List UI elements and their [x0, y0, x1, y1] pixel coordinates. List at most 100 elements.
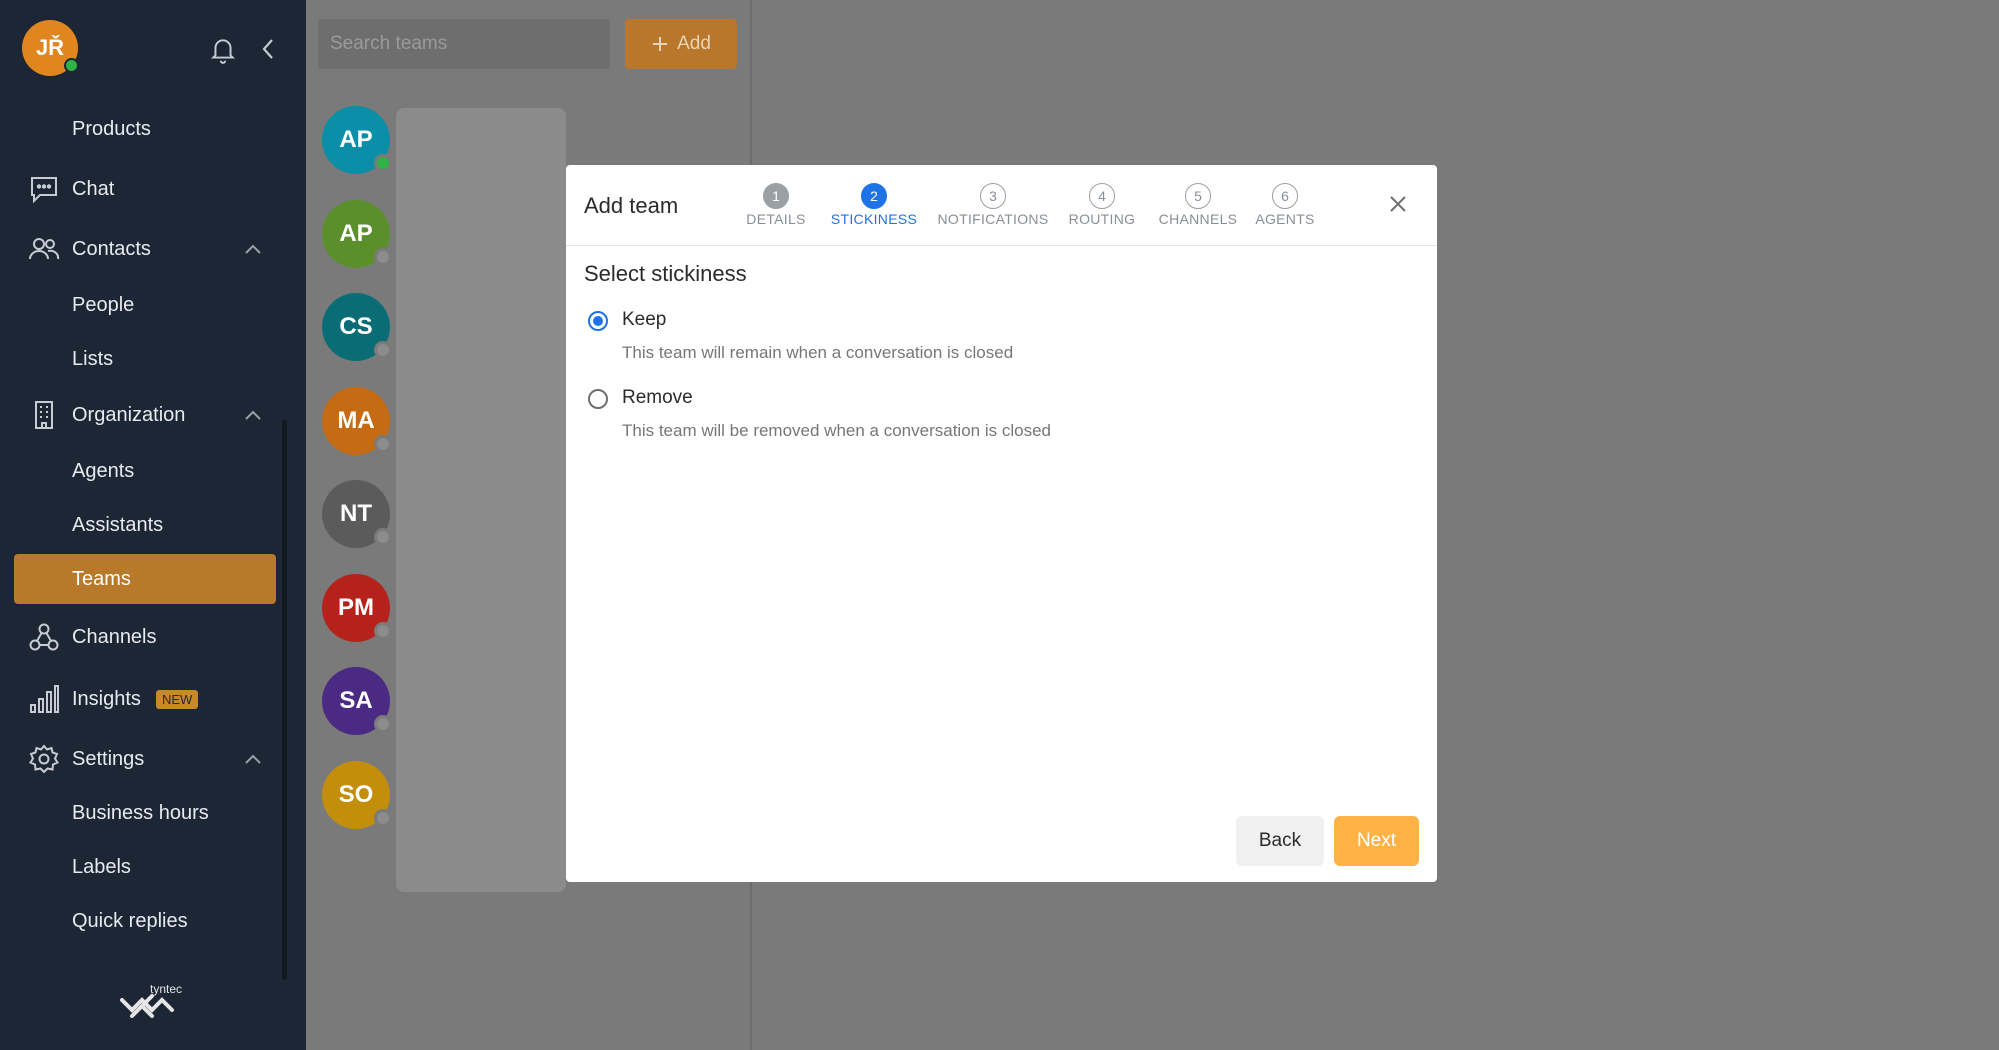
channels-icon [29, 623, 59, 651]
team-avatar[interactable]: CS [322, 293, 392, 361]
new-badge: NEW [156, 689, 199, 709]
team-status-dot [374, 808, 392, 827]
plus-icon [653, 37, 668, 51]
team-avatar-initials: AP [339, 219, 373, 247]
team-status-dot [374, 341, 392, 359]
sidebar-item-insights[interactable]: Insights NEW [0, 674, 306, 724]
sidebar-item-label: Teams [72, 567, 131, 590]
team-avatar[interactable]: SO [322, 760, 392, 829]
bar-chart-icon [30, 685, 59, 713]
sidebar-item-label: Lists [72, 347, 114, 370]
sidebar-scrollbar[interactable] [282, 420, 287, 980]
team-detail-placeholder [396, 108, 566, 892]
chevron-left-icon[interactable] [260, 38, 276, 60]
step-number: 3 [980, 183, 1006, 209]
sidebar-item-business-hours[interactable]: Business hours [0, 788, 306, 838]
team-status-dot [374, 715, 392, 733]
step-number: 6 [1272, 183, 1298, 209]
chevron-up-icon[interactable] [244, 753, 262, 765]
sidebar-item-label: Settings [72, 747, 145, 770]
add-team-modal: Add team 1 DETAILS 2 STICKINESS 3 NOTIFI… [566, 165, 1437, 882]
sidebar-item-label: Agents [72, 459, 135, 482]
step-stickiness[interactable]: 2 STICKINESS [824, 183, 924, 227]
chat-icon [31, 177, 57, 204]
sidebar-item-label: Products [72, 117, 151, 140]
team-avatar[interactable]: AP [322, 199, 392, 268]
team-avatar-initials: AP [339, 126, 373, 153]
sidebar-item-teams[interactable]: Teams [14, 554, 276, 604]
add-button-label: Add [677, 33, 711, 54]
sidebar: JŘ Products Chat Contacts People Lists O… [0, 0, 306, 1050]
step-label: ROUTING [1068, 211, 1136, 227]
building-icon [35, 401, 53, 429]
sidebar-item-label: People [72, 293, 135, 316]
sidebar-item-labels[interactable]: Labels [0, 842, 306, 892]
team-status-dot [374, 247, 392, 266]
sidebar-item-label: Labels [72, 855, 131, 878]
sidebar-item-lists[interactable]: Lists [0, 334, 306, 384]
step-number: 5 [1185, 183, 1211, 209]
sidebar-item-channels[interactable]: Channels [0, 612, 306, 662]
remove-radio[interactable] [588, 389, 608, 409]
option-description: This team will be removed when a convers… [622, 421, 1051, 440]
step-label: CHANNELS [1158, 211, 1238, 227]
step-number: 2 [861, 183, 887, 209]
sidebar-item-agents[interactable]: Agents [0, 446, 306, 496]
sidebar-item-label: Assistants [72, 513, 164, 536]
sidebar-item-label: Insights [72, 687, 141, 710]
logo-text: tyntec [150, 982, 183, 996]
team-avatar-initials: NT [340, 500, 372, 527]
team-avatar-initials: MA [337, 406, 375, 434]
team-avatar-initials: SA [339, 687, 373, 714]
step-channels[interactable]: 5 CHANNELS [1150, 183, 1246, 227]
step-number: 4 [1089, 183, 1115, 209]
sidebar-item-people[interactable]: People [0, 280, 306, 330]
step-label: NOTIFICATIONS [937, 211, 1049, 227]
team-avatar[interactable]: NT [322, 480, 392, 548]
bell-icon[interactable] [210, 36, 236, 64]
option-label: Keep [622, 309, 667, 330]
sidebar-item-label: Organization [72, 403, 186, 426]
modal-header-divider [566, 245, 1437, 246]
step-label: DETAILS [746, 211, 806, 227]
close-icon[interactable] [1388, 194, 1408, 214]
sidebar-item-label: Quick replies [72, 909, 188, 932]
sidebar-item-label: Business hours [72, 801, 209, 824]
contacts-icon [29, 238, 60, 260]
team-avatar[interactable]: AP [322, 106, 392, 174]
sidebar-item-chat[interactable]: Chat [0, 164, 306, 214]
back-button[interactable]: Back [1236, 816, 1324, 866]
team-avatar[interactable]: PM [322, 573, 392, 642]
chevron-up-icon[interactable] [244, 243, 262, 255]
step-label: STICKINESS [830, 211, 918, 227]
sidebar-item-organization[interactable]: Organization [0, 390, 306, 440]
step-notifications[interactable]: 3 NOTIFICATIONS [930, 183, 1056, 227]
team-avatar-initials: SO [338, 780, 374, 808]
modal-title: Add team [584, 193, 679, 218]
online-status-dot [64, 58, 79, 73]
sidebar-item-settings[interactable]: Settings [0, 734, 306, 784]
step-number: 1 [763, 183, 789, 209]
user-avatar[interactable]: JŘ [22, 20, 79, 76]
team-status-dot [374, 621, 392, 640]
sidebar-item-assistants[interactable]: Assistants [0, 500, 306, 550]
sidebar-item-label: Channels [72, 625, 157, 648]
add-team-button[interactable]: Add [625, 19, 737, 69]
keep-radio[interactable] [588, 311, 608, 331]
chevron-up-icon[interactable] [244, 409, 262, 421]
next-button[interactable]: Next [1334, 816, 1419, 866]
sidebar-item-contacts[interactable]: Contacts [0, 224, 306, 274]
search-teams-input[interactable]: Search teams [318, 19, 610, 69]
sidebar-item-quick-replies[interactable]: Quick replies [0, 896, 306, 946]
option-description: This team will remain when a conversatio… [622, 343, 1014, 362]
step-agents[interactable]: 6 AGENTS [1248, 183, 1322, 227]
team-status-dot [374, 528, 392, 546]
sidebar-item-products[interactable]: Products [0, 104, 306, 154]
user-initials: JŘ [35, 35, 65, 60]
step-details[interactable]: 1 DETAILS [736, 183, 816, 227]
team-avatar[interactable]: MA [322, 386, 392, 455]
sidebar-item-label: Chat [72, 177, 115, 200]
gear-icon [29, 744, 59, 774]
team-avatar[interactable]: SA [322, 667, 392, 735]
step-routing[interactable]: 4 ROUTING [1060, 183, 1144, 227]
